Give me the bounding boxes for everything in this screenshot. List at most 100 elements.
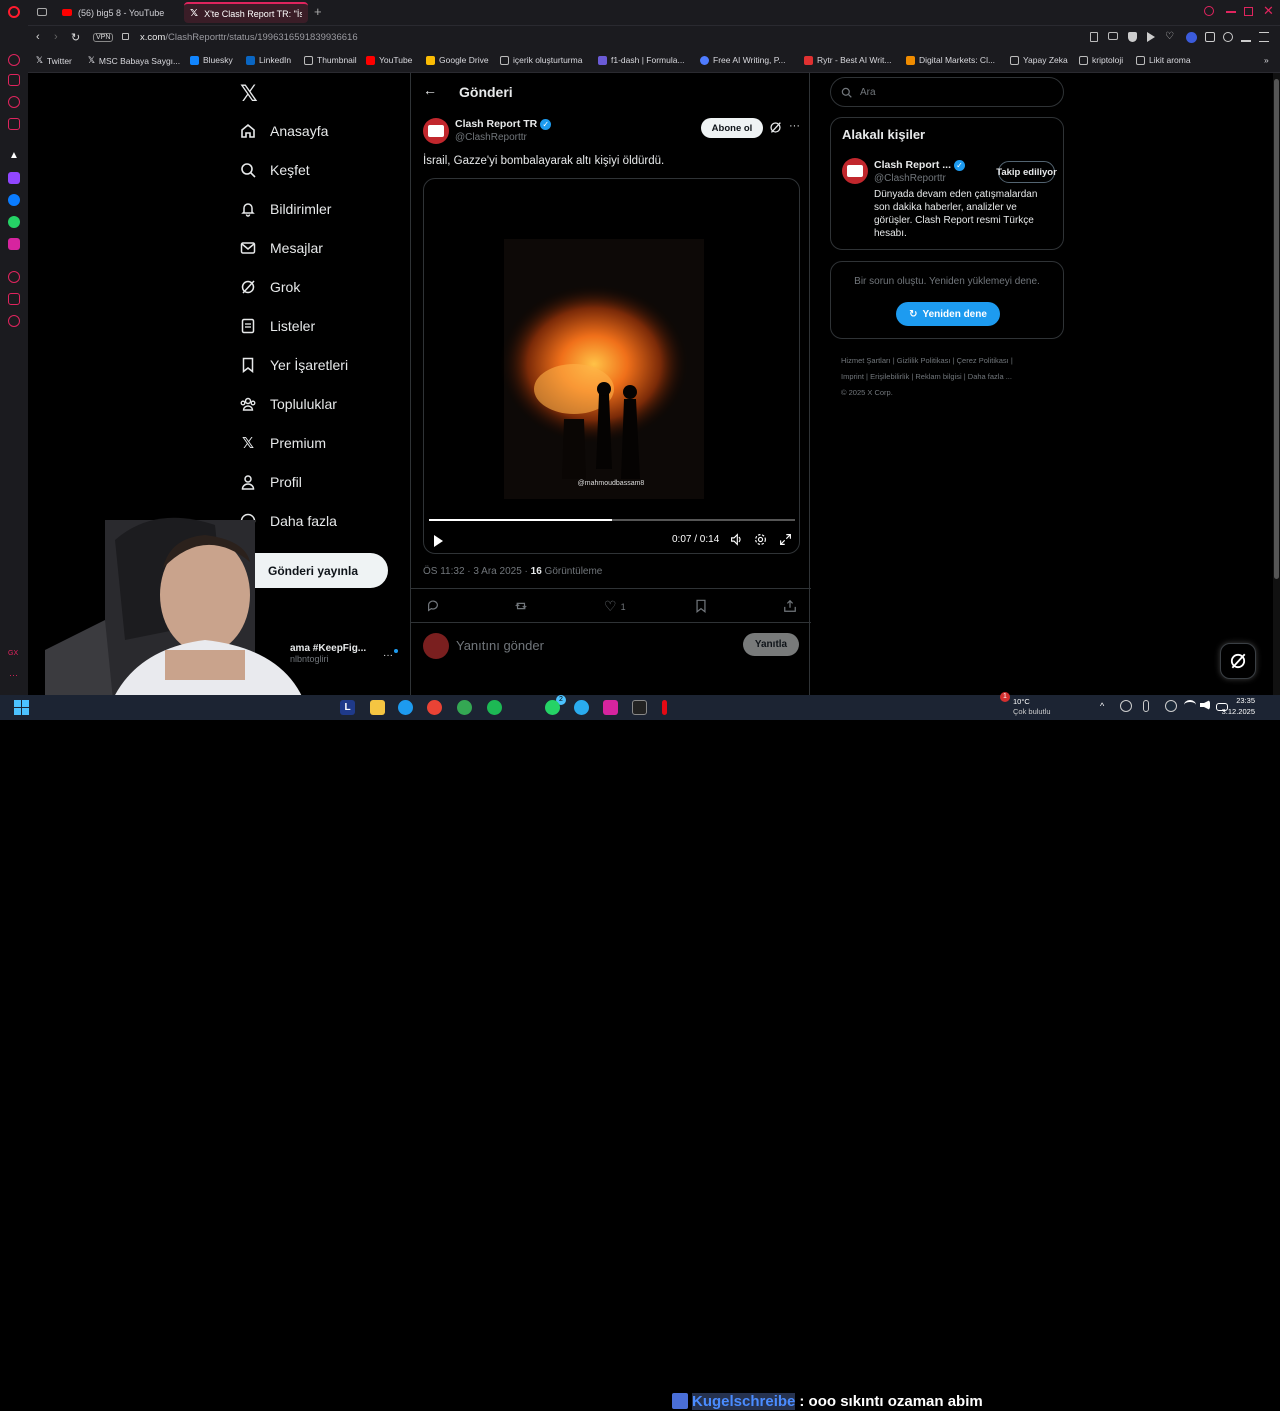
nav-item-messages[interactable]: Mesajlar — [240, 240, 323, 256]
app-l-icon[interactable]: L — [340, 700, 355, 715]
bookmark-rytr[interactable]: Rytr - Best AI Writ... — [804, 55, 891, 65]
wallet-icon[interactable] — [8, 293, 20, 305]
repost-icon[interactable] — [514, 599, 528, 613]
search-tabs-icon[interactable] — [1204, 6, 1214, 16]
messenger-icon[interactable] — [8, 194, 20, 206]
nav-item-bookmarks[interactable]: Yer İşaretleri — [240, 357, 348, 373]
nav-item-notifications[interactable]: Bildirimler — [240, 201, 331, 217]
epic-games-icon[interactable] — [632, 700, 647, 715]
nav-item-premium[interactable]: 𝕏 Premium — [240, 435, 326, 452]
bookmark-yapay-zeka[interactable]: Yapay Zeka — [1010, 55, 1068, 65]
nav-item-home[interactable]: Anasayfa — [240, 123, 328, 139]
download-icon[interactable] — [1241, 32, 1251, 42]
tab-menu-icon[interactable] — [37, 8, 47, 16]
footer-link[interactable]: Daha fazla ... — [968, 372, 1012, 381]
wifi-icon[interactable] — [1184, 700, 1196, 710]
tab-youtube[interactable]: (56) big5 8 - YouTube — [56, 2, 180, 23]
forward-icon[interactable]: › — [54, 31, 58, 43]
microphone-icon[interactable] — [1143, 700, 1149, 712]
video-player[interactable]: @mahmoudbassam8 0:07 / 0:14 — [423, 178, 800, 554]
close-window-button[interactable]: ✕ — [1263, 3, 1274, 19]
footer-link[interactable]: Gizlilik Politikası — [897, 356, 951, 365]
spotify-icon[interactable] — [487, 700, 502, 715]
instagram-icon[interactable] — [8, 238, 20, 250]
volume-icon[interactable] — [730, 533, 743, 546]
instagram-icon[interactable] — [603, 700, 618, 715]
x-logo-icon[interactable]: 𝕏 — [240, 81, 258, 107]
puzzle-icon[interactable] — [1205, 32, 1215, 42]
retry-button[interactable]: ↻ Yeniden dene — [896, 302, 1000, 326]
nav-item-profile[interactable]: Profil — [240, 474, 302, 490]
back-icon[interactable]: ‹ — [36, 31, 40, 43]
chrome-alt-icon[interactable] — [457, 700, 472, 715]
extension-icon-blue[interactable] — [1186, 32, 1197, 43]
sidebar-more-icon[interactable]: ··· — [9, 670, 18, 680]
bookmark-icon[interactable] — [694, 599, 708, 613]
shield-icon[interactable] — [1128, 32, 1137, 42]
telegram-icon[interactable] — [574, 700, 589, 715]
more-bookmarks-icon[interactable]: » — [1264, 55, 1269, 65]
bookmark-f1-dash[interactable]: f1-dash | Formula... — [598, 55, 685, 65]
footer-link[interactable]: Çerez Politikası — [957, 356, 1009, 365]
footer-link[interactable]: Hizmet Şartları — [841, 356, 891, 365]
weather-widget[interactable]: 10°C Çok bulutlu — [1013, 697, 1051, 717]
bookmark-free-ai-writing[interactable]: Free AI Writing, P... — [700, 55, 785, 65]
post-timestamp[interactable]: ÖS 11:32 · 3 Ara 2025 · — [423, 566, 531, 577]
windows-start-icon[interactable] — [14, 700, 29, 715]
bookmark-twitter[interactable]: 𝕏 Twitter — [36, 55, 72, 66]
settings-gear-icon[interactable] — [754, 533, 767, 546]
bookmark-bluesky[interactable]: Bluesky — [190, 55, 233, 65]
pin-icon[interactable] — [1090, 32, 1098, 42]
bookmark-digital-markets[interactable]: Digital Markets: Cl... — [906, 55, 995, 65]
bookmark-icerik[interactable]: içerik oluşturturma — [500, 55, 582, 65]
post-more-icon[interactable]: ··· — [789, 120, 800, 132]
author-name-row[interactable]: Clash Report TR ✓ — [455, 118, 552, 130]
tab-x-post[interactable]: 𝕏 X'te Clash Report TR: "İsr — [184, 2, 308, 23]
following-button[interactable]: Takip ediliyor — [996, 161, 1057, 183]
clock[interactable]: 23:35 3.12.2025 — [1215, 695, 1255, 717]
footer-link[interactable]: Reklam bilgisi — [915, 372, 961, 381]
account-icon[interactable] — [1223, 32, 1233, 42]
reply-button[interactable]: Yanıtla — [743, 633, 799, 656]
whatsapp-icon[interactable] — [545, 700, 560, 715]
grok-float-button[interactable] — [1220, 643, 1256, 679]
bookmark-msc[interactable]: 𝕏 MSC Babaya Saygı... — [88, 55, 180, 66]
related-name-row[interactable]: Clash Report ... ✓ — [874, 159, 966, 171]
reply-icon[interactable] — [426, 599, 440, 613]
search-input[interactable]: Ara — [830, 77, 1064, 107]
netflix-icon[interactable] — [662, 700, 667, 715]
messenger-icon-red[interactable] — [8, 96, 20, 108]
subscribe-button[interactable]: Abone ol — [701, 118, 763, 138]
bookmark-youtube[interactable]: YouTube — [366, 55, 412, 65]
reply-input[interactable]: Yanıtını gönder — [456, 638, 544, 653]
edge-icon[interactable] — [398, 700, 413, 715]
steam-icon[interactable] — [1165, 700, 1177, 712]
new-tab-button[interactable]: + — [314, 4, 322, 19]
tray-sync-icon[interactable] — [1120, 700, 1132, 712]
camera-icon[interactable] — [1108, 32, 1118, 40]
author-avatar[interactable] — [423, 118, 449, 144]
twitch-icon[interactable] — [8, 172, 20, 184]
bookmark-thumbnail[interactable]: Thumbnail — [304, 55, 357, 65]
vpn-badge[interactable]: VPN — [93, 33, 114, 42]
opera-logo-icon[interactable] — [8, 6, 20, 18]
speaker-icon[interactable] — [1200, 700, 1210, 710]
footer-link[interactable]: Erişilebilirlik — [870, 372, 909, 381]
player-icon[interactable] — [8, 271, 20, 283]
reload-icon[interactable]: ↻ — [71, 31, 80, 44]
gx-icon[interactable]: GX — [8, 650, 18, 657]
like-button[interactable]: ♡ 1 — [604, 598, 626, 615]
tray-chevron-icon[interactable]: ^ — [1100, 701, 1104, 711]
ai-icon[interactable] — [8, 54, 20, 66]
menu-icon[interactable] — [1259, 32, 1269, 42]
bookmark-linkedin[interactable]: LinkedIn — [246, 55, 291, 65]
video-progress-track[interactable] — [429, 519, 795, 521]
play-icon[interactable] — [1147, 32, 1155, 42]
bookmark-likit-aroma[interactable]: Likit aroma — [1136, 55, 1191, 65]
news-icon[interactable] — [8, 118, 20, 130]
play-button[interactable] — [434, 535, 443, 547]
shopping-icon[interactable] — [8, 74, 20, 86]
minimize-button[interactable] — [1226, 11, 1236, 13]
chrome-icon[interactable] — [427, 700, 442, 715]
nav-item-lists[interactable]: Listeler — [240, 318, 315, 334]
